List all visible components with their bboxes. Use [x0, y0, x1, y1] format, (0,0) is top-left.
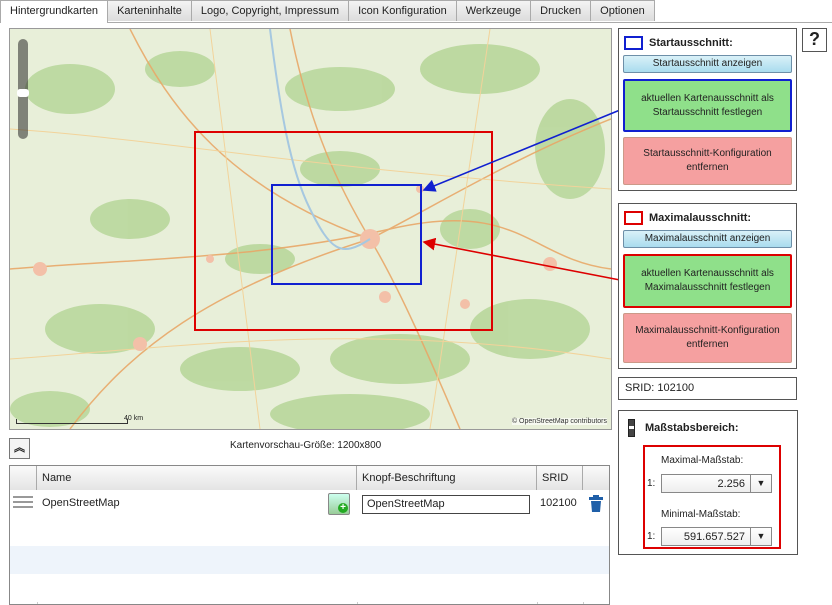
- max-extent-title: Maximalausschnitt:: [624, 211, 796, 225]
- drag-handle-icon[interactable]: [13, 496, 33, 510]
- button-label-input[interactable]: OpenStreetMap: [362, 495, 530, 514]
- tab-hintergrundkarten[interactable]: Hintergrundkarten: [0, 0, 109, 23]
- header-name[interactable]: Name: [37, 466, 357, 490]
- srid-display: SRID: 102100: [618, 377, 797, 400]
- row-srid: 102100: [540, 497, 577, 509]
- map-scale-bar: [16, 419, 128, 424]
- add-layer-icon[interactable]: +: [328, 493, 350, 515]
- map-scale-label: 40 km: [124, 415, 144, 422]
- tab-werkzeuge[interactable]: Werkzeuge: [455, 0, 532, 21]
- show-start-extent-button[interactable]: Startausschnitt anzeigen: [623, 55, 792, 73]
- header-button-label[interactable]: Knopf-Beschriftung: [357, 466, 537, 490]
- scale-range-panel: Maßstabsbereich: Maximal-Maßstab: 1: 2.2…: [618, 410, 798, 555]
- min-scale-prefix: 1:: [647, 531, 656, 542]
- zoom-slider-knob[interactable]: [17, 89, 29, 97]
- preview-size-label: Kartenvorschau-Größe: 1200x800: [230, 440, 382, 451]
- table-row: [10, 574, 609, 602]
- tab-icon-konfiguration[interactable]: Icon Konfiguration: [348, 0, 457, 21]
- tab-karteninhalte[interactable]: Karteninhalte: [107, 0, 192, 21]
- max-scale-prefix: 1:: [647, 478, 656, 489]
- max-scale-select[interactable]: 2.256 ▼: [661, 474, 772, 493]
- max-scale-label: Maximal-Maßstab:: [661, 455, 744, 466]
- header-srid[interactable]: SRID: [537, 466, 583, 490]
- zoom-slider[interactable]: [17, 39, 29, 139]
- map-attribution: © OpenStreetMap contributors: [511, 418, 607, 425]
- remove-max-extent-button[interactable]: Maximalausschnitt-Konfiguration entferne…: [623, 313, 792, 363]
- min-scale-label: Minimal-Maßstab:: [661, 509, 741, 520]
- header-actions: [583, 466, 609, 490]
- remove-start-extent-button[interactable]: Startausschnitt-Konfiguration entfernen: [623, 137, 792, 185]
- tab-drucken[interactable]: Drucken: [530, 0, 592, 21]
- start-extent-panel: Startausschnitt: Startausschnitt anzeige…: [618, 28, 797, 191]
- start-extent-title: Startausschnitt:: [624, 36, 796, 50]
- scale-range-box: Maximal-Maßstab: 1: 2.256 ▼ Minimal-Maßs…: [643, 445, 781, 549]
- set-start-extent-button[interactable]: aktuellen Kartenausschnitt als Startauss…: [623, 79, 792, 132]
- table-row: [10, 518, 609, 546]
- trash-icon[interactable]: [588, 495, 604, 513]
- chevron-down-icon[interactable]: ▼: [750, 528, 771, 545]
- scale-range-title: Maßstabsbereich:: [624, 419, 797, 437]
- help-button[interactable]: ?: [802, 28, 827, 52]
- start-extent-rectangle: [271, 184, 422, 285]
- show-max-extent-button[interactable]: Maximalausschnitt anzeigen: [623, 230, 792, 248]
- tab-optionen[interactable]: Optionen: [590, 0, 655, 21]
- tab-bar: Hintergrundkarten Karteninhalte Logo, Co…: [0, 0, 832, 23]
- header-handle: [10, 466, 37, 490]
- set-max-extent-button[interactable]: aktuellen Kartenausschnitt als Maximalau…: [623, 254, 792, 308]
- blue-square-icon: [624, 36, 643, 50]
- min-scale-select[interactable]: 591.657.527 ▼: [661, 527, 772, 546]
- red-square-icon: [624, 211, 643, 225]
- row-name: OpenStreetMap: [42, 497, 120, 509]
- collapse-up-icon[interactable]: ︽: [9, 438, 30, 459]
- background-maps-table: Name Knopf-Beschriftung SRID OpenStreetM…: [9, 465, 610, 605]
- tab-logo-copyright-impressum[interactable]: Logo, Copyright, Impressum: [190, 0, 350, 21]
- max-extent-panel: Maximalausschnitt: Maximalausschnitt anz…: [618, 203, 797, 369]
- table-row: [10, 546, 609, 574]
- table-header: Name Knopf-Beschriftung SRID: [10, 466, 609, 491]
- table-row[interactable]: OpenStreetMap + OpenStreetMap 102100: [10, 490, 609, 518]
- chevron-down-icon[interactable]: ▼: [750, 475, 771, 492]
- scale-slider-icon: [628, 419, 635, 437]
